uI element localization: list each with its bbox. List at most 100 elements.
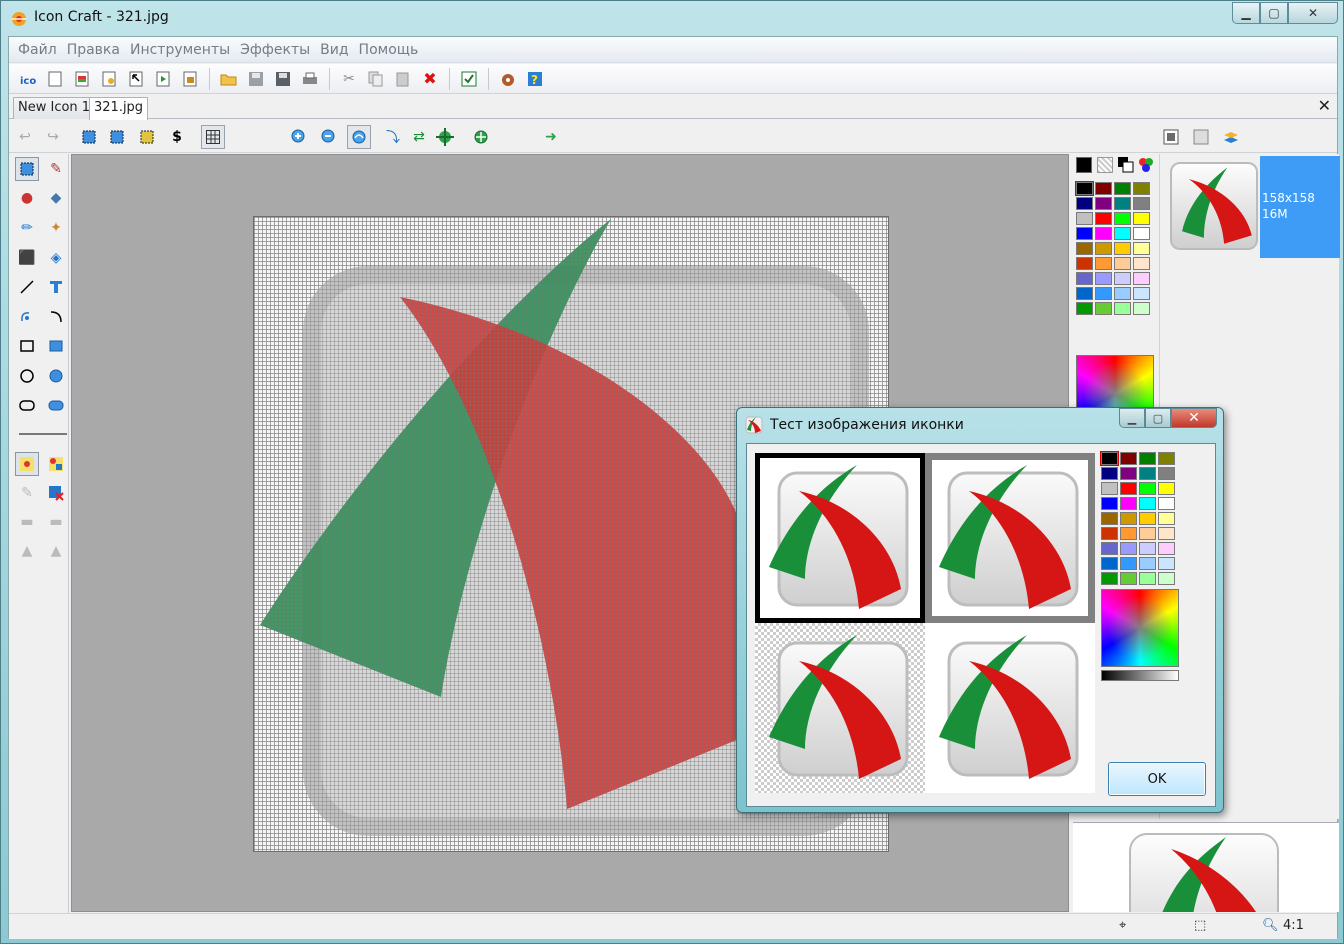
color-swatch[interactable] — [1133, 257, 1150, 270]
color-swatch[interactable] — [1076, 227, 1093, 240]
color-swatch[interactable] — [1114, 242, 1131, 255]
layers-button[interactable] — [1219, 125, 1243, 149]
tab-321-jpg[interactable]: 321.jpg — [89, 97, 149, 120]
color-swatch[interactable] — [1101, 467, 1118, 480]
color-swatch[interactable] — [1120, 542, 1137, 555]
snap-button[interactable]: $ — [165, 125, 189, 149]
color-swatch[interactable] — [1114, 257, 1131, 270]
color-swatch[interactable] — [1120, 557, 1137, 570]
dialog-minimize-button[interactable]: ▁ — [1119, 408, 1145, 428]
color-swatch[interactable] — [1095, 182, 1112, 195]
swap-colors-icon[interactable] — [1117, 156, 1135, 174]
color-swatch[interactable] — [1158, 542, 1175, 555]
tool-airbrush[interactable]: ✦ — [44, 216, 68, 240]
color-swatch[interactable] — [1139, 482, 1156, 495]
print-button[interactable] — [299, 68, 321, 90]
zoom-out-button[interactable] — [317, 125, 341, 149]
color-swatch[interactable] — [1158, 467, 1175, 480]
tool-filled-rectangle[interactable] — [44, 334, 68, 358]
new-from-file-button[interactable] — [98, 68, 120, 90]
move-button[interactable] — [433, 125, 457, 149]
minimize-button[interactable]: ▁ — [1232, 2, 1260, 24]
color-swatch[interactable] — [1076, 287, 1093, 300]
color-swatch[interactable] — [1133, 287, 1150, 300]
color-swatch[interactable] — [1139, 542, 1156, 555]
grid-toggle[interactable] — [201, 125, 225, 149]
color-swatch[interactable] — [1114, 197, 1131, 210]
icon-format-thumbnail[interactable] — [1170, 162, 1258, 250]
color-swatch[interactable] — [1133, 272, 1150, 285]
select-all-button[interactable] — [77, 125, 101, 149]
color-swatch[interactable] — [1095, 212, 1112, 225]
color-swatch[interactable] — [1120, 482, 1137, 495]
import-button[interactable] — [179, 68, 201, 90]
check-button[interactable] — [458, 68, 480, 90]
color-swatch[interactable] — [1139, 572, 1156, 585]
save-button[interactable] — [245, 68, 267, 90]
color-swatch[interactable] — [1095, 302, 1112, 315]
color-swatch[interactable] — [1120, 497, 1137, 510]
flip-vertical-button[interactable]: ⤵ — [381, 125, 405, 149]
color-swatch[interactable] — [1139, 452, 1156, 465]
tab-new-icon-1[interactable]: New Icon 1 — [13, 97, 96, 119]
color-swatch[interactable] — [1158, 497, 1175, 510]
dialog-gray-ramp[interactable] — [1101, 670, 1179, 681]
color-swatch[interactable] — [1101, 527, 1118, 540]
color-swatch[interactable] — [1139, 512, 1156, 525]
color-swatch[interactable] — [1114, 212, 1131, 225]
remove-format-button[interactable] — [1189, 125, 1213, 149]
color-swatch[interactable] — [1139, 527, 1156, 540]
tool-text[interactable] — [44, 275, 68, 299]
dialog-close-button[interactable]: ✕ — [1171, 408, 1217, 428]
copy-button[interactable] — [365, 68, 387, 90]
tool-filled-rounded-rectangle[interactable] — [44, 393, 68, 417]
color-swatch[interactable] — [1095, 242, 1112, 255]
color-swatch[interactable] — [1101, 497, 1118, 510]
tool-select[interactable] — [15, 157, 39, 181]
tool-curve[interactable] — [15, 305, 39, 329]
color-swatch[interactable] — [1101, 482, 1118, 495]
apply-button[interactable]: ➜ — [539, 125, 563, 149]
color-swatch[interactable] — [1095, 257, 1112, 270]
tool-pencil[interactable]: ✏ — [15, 216, 39, 240]
color-swatch[interactable] — [1133, 242, 1150, 255]
menu-effects[interactable]: Эффекты — [235, 42, 315, 58]
tool-opaque-mode[interactable] — [44, 452, 68, 476]
color-swatch[interactable] — [1158, 527, 1175, 540]
color-mix-icon[interactable] — [1137, 156, 1155, 174]
color-swatch[interactable] — [1158, 512, 1175, 525]
color-swatch[interactable] — [1095, 287, 1112, 300]
color-swatch[interactable] — [1076, 272, 1093, 285]
color-swatch[interactable] — [1158, 557, 1175, 570]
undo-button[interactable]: ↩ — [13, 125, 37, 149]
color-swatch[interactable] — [1120, 512, 1137, 525]
resources-button[interactable] — [497, 68, 519, 90]
color-swatch[interactable] — [1076, 212, 1093, 225]
transparent-color[interactable] — [1097, 157, 1113, 173]
close-tab-icon[interactable]: ✕ — [1318, 96, 1331, 115]
tool-brush[interactable]: ✎ — [44, 157, 68, 181]
tool-eraser[interactable]: ◆ — [44, 186, 68, 210]
color-swatch[interactable] — [1095, 197, 1112, 210]
tool-ellipse[interactable] — [15, 364, 39, 388]
ok-button[interactable]: OK — [1108, 762, 1206, 796]
color-swatch[interactable] — [1101, 512, 1118, 525]
color-swatch[interactable] — [1133, 227, 1150, 240]
cut-button[interactable]: ✂ — [338, 68, 360, 90]
color-swatch[interactable] — [1095, 227, 1112, 240]
tool-shape-b[interactable]: ▲ — [44, 539, 68, 563]
tool-shift-right[interactable]: ▬ — [44, 510, 68, 534]
color-swatch[interactable] — [1075, 181, 1094, 196]
flip-horizontal-button[interactable]: ⇄ — [407, 125, 431, 149]
new-button[interactable] — [44, 68, 66, 90]
color-swatch[interactable] — [1133, 197, 1150, 210]
tool-shape-a[interactable]: ▲ — [15, 539, 39, 563]
color-swatch[interactable] — [1158, 572, 1175, 585]
center-button[interactable] — [469, 125, 493, 149]
close-button[interactable]: ✕ — [1288, 2, 1338, 24]
tool-color-picker[interactable] — [44, 481, 68, 505]
color-swatch[interactable] — [1114, 302, 1131, 315]
tool-rectangle[interactable] — [15, 334, 39, 358]
menu-help[interactable]: Помощь — [354, 42, 424, 58]
color-swatch[interactable] — [1076, 197, 1093, 210]
